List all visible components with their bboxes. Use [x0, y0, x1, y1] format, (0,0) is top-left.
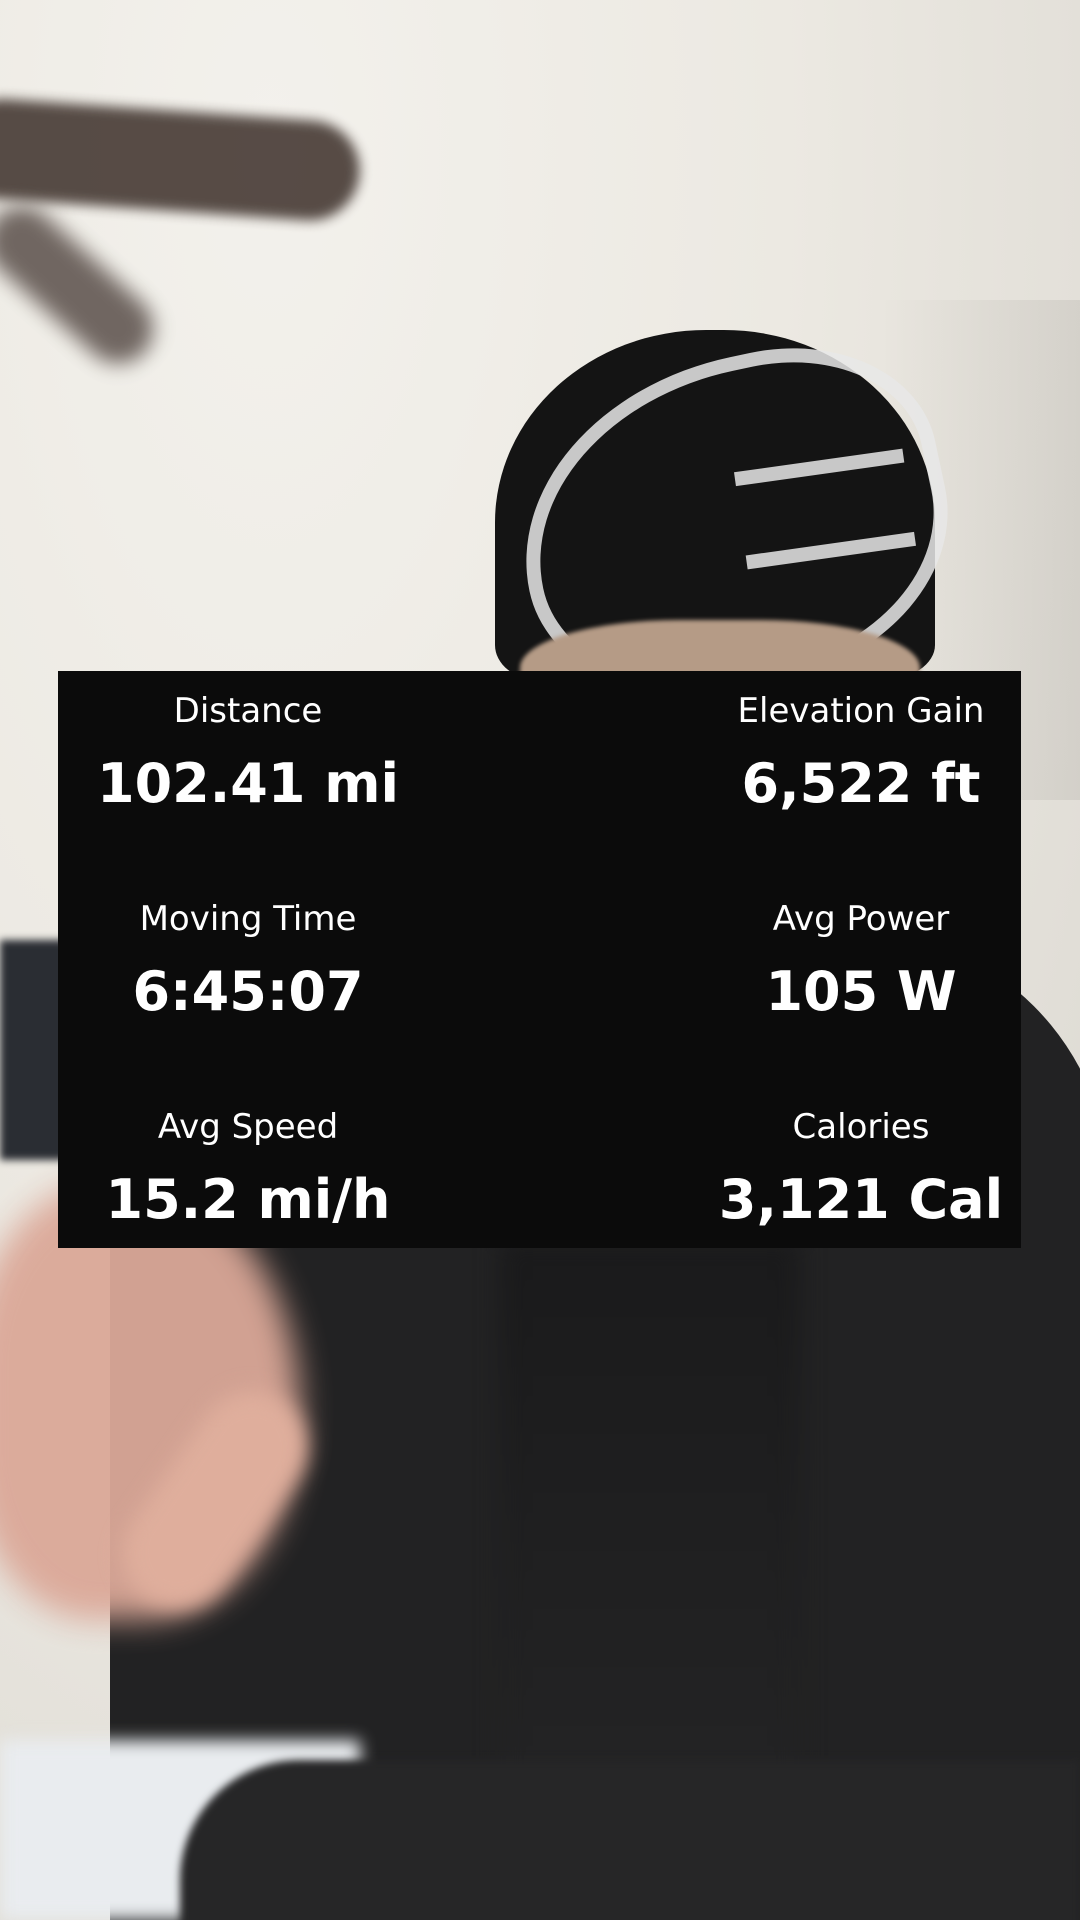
arm	[180, 1760, 1080, 1920]
stat-label: Distance	[173, 691, 323, 731]
stat-value: 102.41 mi	[97, 752, 399, 815]
stat-value: 6,522 ft	[741, 752, 981, 815]
stat-label: Elevation Gain	[737, 691, 985, 731]
ride-stats-overlay: Distance 102.41 mi Elevation Gain 6,522 …	[58, 671, 1021, 1248]
stat-avg-speed: Avg Speed 15.2 mi/h	[68, 1107, 428, 1235]
stat-elevation-gain: Elevation Gain 6,522 ft	[681, 691, 1041, 819]
stat-label: Avg Speed	[157, 1107, 339, 1147]
stat-label: Calories	[792, 1107, 930, 1147]
stat-moving-time: Moving Time 6:45:07	[68, 899, 428, 1027]
stat-value: 3,121 Cal	[718, 1168, 1004, 1231]
stat-distance: Distance 102.41 mi	[68, 691, 428, 819]
stat-label: Avg Power	[772, 899, 950, 939]
stat-label: Moving Time	[139, 899, 357, 939]
stat-calories: Calories 3,121 Cal	[681, 1107, 1041, 1235]
stat-value: 6:45:07	[132, 960, 364, 1023]
stat-avg-power: Avg Power 105 W	[681, 899, 1041, 1027]
stat-value: 15.2 mi/h	[105, 1168, 391, 1231]
video-frame: Distance 102.41 mi Elevation Gain 6,522 …	[0, 0, 1080, 1920]
stat-value: 105 W	[765, 960, 957, 1023]
